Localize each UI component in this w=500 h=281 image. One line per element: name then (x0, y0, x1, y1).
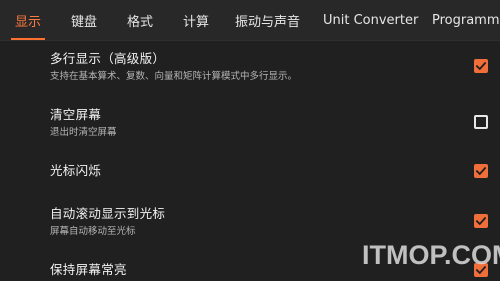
setting-cursor-blink[interactable]: 光标闪烁 (50, 163, 500, 179)
tab-programmer-label: Programm (432, 12, 500, 28)
tab-vibration-sound-label: 振动与声音 (235, 14, 301, 30)
tab-keyboard[interactable]: 键盘 (71, 0, 97, 40)
tab-programmer[interactable]: Programm (432, 0, 500, 40)
setting-title: 自动滚动显示到光标 (50, 206, 166, 221)
tab-bar-divider (0, 40, 500, 41)
setting-auto-scroll[interactable]: 自动滚动显示到光标 屏幕自动移动至光标 (50, 206, 500, 238)
checkmark-icon (475, 61, 487, 71)
checkmark-icon (475, 166, 487, 176)
setting-multiline-display[interactable]: 多行显示（高级版） 支持在基本算术、复数、向量和矩阵计算模式中多行显示。 (50, 51, 500, 83)
setting-title: 光标闪烁 (50, 163, 102, 178)
auto-scroll-checkbox[interactable] (474, 214, 488, 228)
tab-keyboard-label: 键盘 (71, 14, 98, 30)
setting-subtitle: 屏幕自动移动至光标 (50, 226, 136, 237)
setting-title: 清空屏幕 (50, 107, 102, 122)
tab-unit-converter-label: Unit Converter (323, 12, 419, 28)
clear-screen-checkbox[interactable] (474, 115, 488, 129)
watermark-text: ITMOP.COM (362, 240, 500, 270)
cursor-blink-checkbox[interactable] (474, 164, 488, 178)
tab-bar: 显示 键盘 格式 计算 振动与声音 Unit Converter Program… (0, 0, 500, 40)
multiline-display-checkbox[interactable] (474, 59, 488, 73)
setting-title: 多行显示（高级版） (50, 51, 166, 66)
tab-unit-converter[interactable]: Unit Converter (323, 0, 418, 40)
tab-format[interactable]: 格式 (127, 0, 153, 40)
tab-display[interactable]: 显示 (10, 0, 46, 40)
tab-vibration-sound[interactable]: 振动与声音 (235, 0, 300, 40)
checkmark-icon (475, 216, 487, 226)
setting-clear-screen[interactable]: 清空屏幕 退出时清空屏幕 (50, 107, 500, 139)
tab-calculate-label: 计算 (183, 14, 210, 30)
settings-screen: 显示 键盘 格式 计算 振动与声音 Unit Converter Program… (0, 0, 500, 281)
tab-format-label: 格式 (127, 14, 154, 30)
setting-subtitle: 支持在基本算术、复数、向量和矩阵计算模式中多行显示。 (50, 71, 298, 82)
tab-calculate[interactable]: 计算 (183, 0, 209, 40)
setting-subtitle: 退出时清空屏幕 (50, 127, 117, 138)
tab-display-label: 显示 (15, 14, 42, 30)
